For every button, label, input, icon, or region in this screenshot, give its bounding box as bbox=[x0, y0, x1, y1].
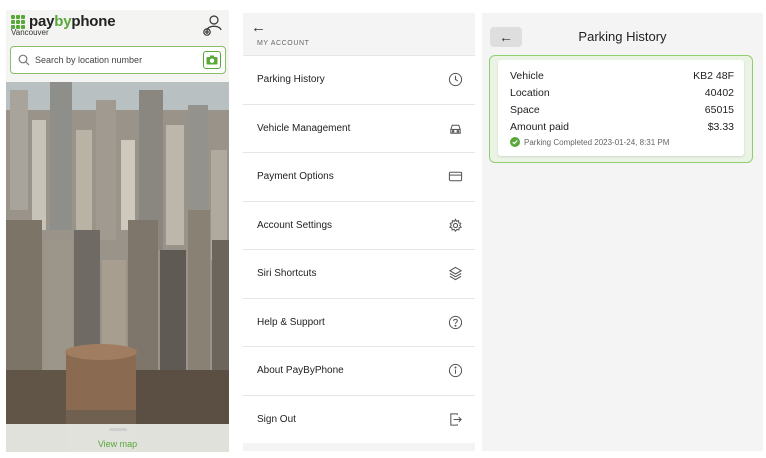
camera-icon bbox=[206, 55, 218, 65]
location-row: Location 40402 bbox=[510, 85, 734, 102]
siri-shortcuts-icon bbox=[448, 267, 463, 281]
search-icon bbox=[18, 54, 30, 66]
location-value: 40402 bbox=[704, 87, 734, 99]
parking-record-details: Vehicle KB2 48F Location 40402 Space 650… bbox=[498, 60, 744, 156]
menu-item-label: Help & Support bbox=[257, 316, 325, 328]
amount-row: Amount paid $3.33 bbox=[510, 119, 734, 136]
space-value: 65015 bbox=[704, 104, 734, 116]
menu-item-label: Siri Shortcuts bbox=[257, 268, 317, 280]
search-input[interactable] bbox=[35, 55, 195, 65]
camera-scan-button[interactable] bbox=[203, 51, 221, 69]
page-title: Parking History bbox=[578, 29, 667, 44]
search-bar[interactable] bbox=[10, 46, 226, 74]
info-icon bbox=[448, 364, 463, 378]
menu-item-label: Parking History bbox=[257, 74, 325, 86]
home-screen: paybyphone Vancouver Search by location … bbox=[6, 10, 229, 452]
credit-card-icon bbox=[448, 172, 463, 182]
car-icon bbox=[450, 124, 461, 134]
clock-icon bbox=[448, 73, 463, 87]
menu-item-label: Sign Out bbox=[257, 413, 296, 425]
sign-out-icon bbox=[450, 413, 462, 426]
gear-icon bbox=[449, 218, 462, 232]
parking-record-card[interactable]: Vehicle KB2 48F Location 40402 Space 650… bbox=[489, 55, 753, 163]
logo-text-by: by bbox=[54, 13, 72, 30]
menu-item-parking-history[interactable]: Parking History bbox=[243, 55, 475, 104]
menu-item-payment-options[interactable]: Payment Options bbox=[243, 152, 475, 201]
menu-item-sign-out[interactable]: Sign Out bbox=[243, 394, 475, 443]
vehicle-row: Vehicle KB2 48F bbox=[510, 68, 734, 85]
account-menu-screen: ← MY ACCOUNT Parking History Vehicle Man… bbox=[243, 13, 475, 451]
amount-label: Amount paid bbox=[510, 121, 569, 133]
account-menu: Parking History Vehicle Management Payme… bbox=[243, 55, 475, 443]
vehicle-value: KB2 48F bbox=[693, 70, 734, 82]
location-label: Location bbox=[510, 87, 550, 99]
question-icon bbox=[448, 315, 463, 329]
menu-item-help-support[interactable]: Help & Support bbox=[243, 297, 475, 346]
space-row: Space 65015 bbox=[510, 102, 734, 119]
logo-grid-icon bbox=[11, 14, 25, 29]
status-line: Parking Completed 2023-01-24, 8:31 PM bbox=[510, 137, 734, 147]
city-skyline-image bbox=[6, 70, 229, 452]
menu-item-label: Payment Options bbox=[257, 171, 334, 183]
menu-item-account-settings[interactable]: Account Settings bbox=[243, 200, 475, 249]
parking-history-screen: ← Parking History Vehicle KB2 48F Locati… bbox=[482, 13, 763, 451]
my-account-section-label: MY ACCOUNT bbox=[257, 40, 310, 47]
amount-value: $3.33 bbox=[707, 121, 734, 133]
status-text: Parking Completed 2023-01-24, 8:31 PM bbox=[524, 137, 670, 147]
vehicle-label: Vehicle bbox=[510, 70, 544, 82]
account-user-icon[interactable] bbox=[201, 14, 223, 38]
map-sheet[interactable]: View map bbox=[6, 424, 229, 452]
back-arrow-icon[interactable]: ← bbox=[251, 19, 266, 36]
menu-item-label: Account Settings bbox=[257, 219, 333, 231]
view-map-link[interactable]: View map bbox=[6, 439, 229, 449]
space-label: Space bbox=[510, 104, 540, 116]
menu-item-siri-shortcuts[interactable]: Siri Shortcuts bbox=[243, 249, 475, 298]
check-circle-icon bbox=[510, 137, 520, 147]
menu-item-about[interactable]: About PayByPhone bbox=[243, 346, 475, 395]
home-header: paybyphone Vancouver bbox=[6, 10, 229, 82]
logo-text-phone: phone bbox=[71, 13, 116, 30]
city-label: Vancouver bbox=[11, 28, 49, 37]
menu-item-label: About PayByPhone bbox=[257, 365, 344, 377]
menu-item-label: Vehicle Management bbox=[257, 122, 351, 134]
menu-item-vehicle-management[interactable]: Vehicle Management bbox=[243, 103, 475, 152]
sheet-drag-handle[interactable] bbox=[109, 428, 127, 431]
